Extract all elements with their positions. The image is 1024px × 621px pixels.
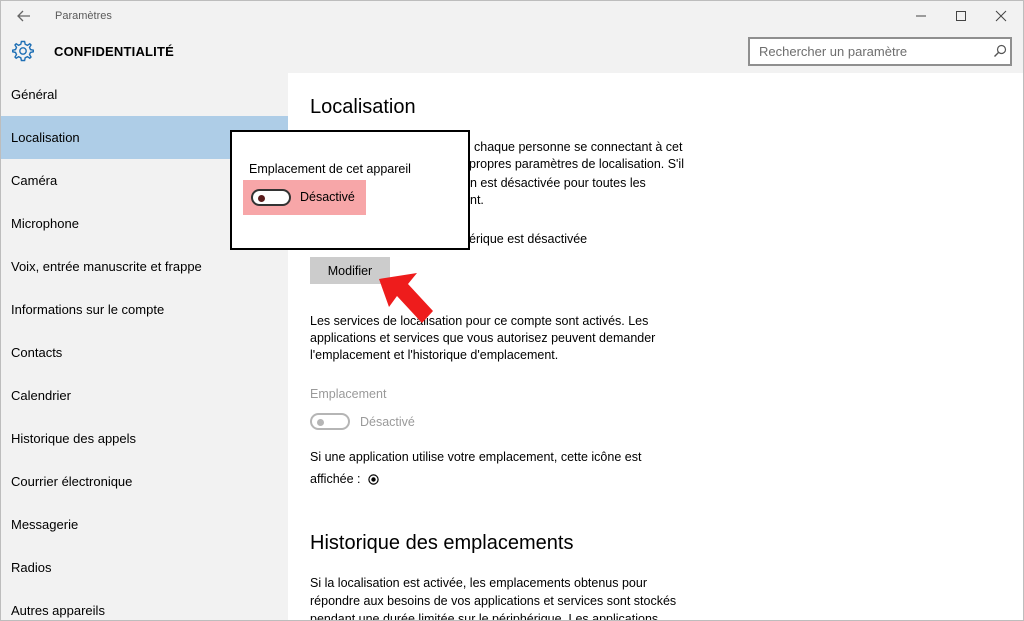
account-text-line: Les services de localisation pour ce com… xyxy=(310,314,649,328)
sidebar-item-account-info[interactable]: Informations sur le compte xyxy=(1,288,288,331)
close-button[interactable] xyxy=(983,1,1019,31)
device-status-text: érique est désactivée xyxy=(469,232,588,246)
search-icon[interactable] xyxy=(993,44,1007,58)
location-indicator-icon xyxy=(368,474,379,485)
section-title: CONFIDENTIALITÉ xyxy=(54,44,174,59)
app-title: Paramètres xyxy=(55,10,112,22)
sidebar-item-calendar[interactable]: Calendrier xyxy=(1,374,288,417)
location-toggle-state: Désactivé xyxy=(360,415,415,429)
history-text-line: Si la localisation est activée, les empl… xyxy=(310,576,647,590)
sidebar-item-speech[interactable]: Voix, entrée manuscrite et frappe xyxy=(1,245,288,288)
page-title: Localisation xyxy=(310,96,416,118)
device-toggle-state: Désactivé xyxy=(300,190,355,204)
history-text-line: répondre aux besoins de vos applications… xyxy=(310,594,677,608)
search-input[interactable] xyxy=(750,39,986,64)
sidebar-item-contacts[interactable]: Contacts xyxy=(1,331,288,374)
close-icon xyxy=(995,10,1007,22)
maximize-button[interactable] xyxy=(943,1,979,31)
maximize-icon xyxy=(956,11,966,21)
settings-window: Paramètres CONFIDENTIALITÉ Rechercher un… xyxy=(0,0,1024,621)
annotation-arrow-icon xyxy=(379,273,433,323)
device-location-toggle[interactable] xyxy=(251,189,291,206)
account-text-line: l'emplacement et l'historique d'emplacem… xyxy=(310,348,559,362)
gear-icon xyxy=(11,39,35,63)
intro-text-line: chaque personne se connectant à cet xyxy=(474,140,683,154)
intro-text-line: propres paramètres de localisation. S'il xyxy=(469,157,684,171)
sidebar-item-call-history[interactable]: Historique des appels xyxy=(1,417,288,460)
callout-title: Emplacement de cet appareil xyxy=(249,162,411,176)
account-text-line: applications et services que vous autori… xyxy=(310,331,656,345)
sidebar-item-general[interactable]: Général xyxy=(1,73,288,116)
sidebar-item-messaging[interactable]: Messagerie xyxy=(1,503,288,546)
back-arrow-icon[interactable] xyxy=(15,7,33,25)
sidebar-item-email[interactable]: Courrier électronique xyxy=(1,460,288,503)
icon-note-line: Si une application utilise votre emplace… xyxy=(310,450,642,464)
title-bar: Paramètres xyxy=(1,1,1023,31)
sidebar-item-other-devices[interactable]: Autres appareils xyxy=(1,589,288,620)
history-heading: Historique des emplacements xyxy=(310,532,574,554)
toggle-highlight: Désactivé xyxy=(243,180,366,215)
minimize-icon xyxy=(916,15,926,17)
sidebar-item-radios[interactable]: Radios xyxy=(1,546,288,589)
toggle-knob xyxy=(258,194,265,202)
location-label: Emplacement xyxy=(310,387,387,401)
toggle-knob xyxy=(317,418,324,426)
location-toggle[interactable] xyxy=(310,413,350,430)
search-box[interactable] xyxy=(748,37,1012,66)
settings-header: CONFIDENTIALITÉ xyxy=(1,31,1023,73)
intro-text-line: n est désactivée pour toutes les xyxy=(470,176,646,190)
minimize-button[interactable] xyxy=(903,1,939,31)
history-text-line: pendant une durée limitée sur le périphé… xyxy=(310,612,659,621)
intro-text-line: nt. xyxy=(470,193,484,207)
device-location-callout: Emplacement de cet appareil Désactivé xyxy=(230,130,470,250)
